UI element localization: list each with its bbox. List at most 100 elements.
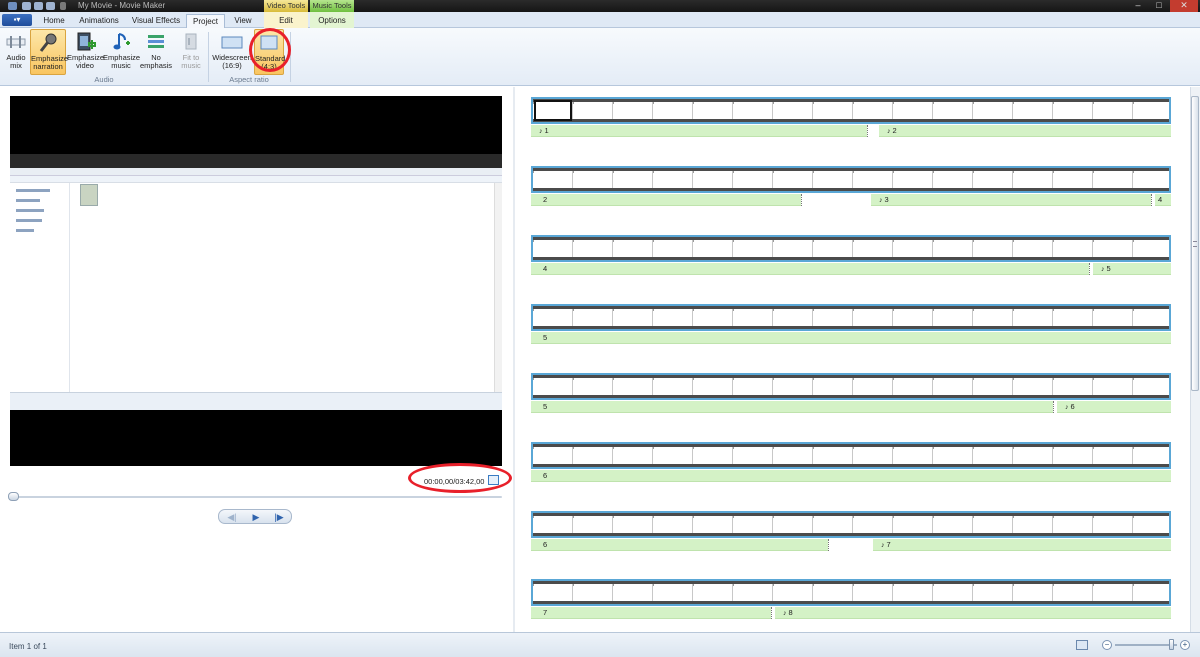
audio-group-label: Audio bbox=[94, 75, 114, 84]
storyboard-row: 6 ♪ 7 bbox=[531, 511, 1171, 557]
storyboard-row: 7 ♪ 8 bbox=[531, 579, 1171, 625]
scrollbar-grip bbox=[1193, 241, 1197, 247]
caption-divider bbox=[1053, 401, 1054, 413]
video-clip-track[interactable] bbox=[531, 373, 1171, 400]
video-caption[interactable]: 7 bbox=[531, 607, 771, 619]
music-note-icon: ♪ bbox=[1101, 266, 1105, 273]
play-button[interactable]: ▶ bbox=[246, 511, 266, 523]
status-bar: Item 1 of 1 − + bbox=[0, 632, 1200, 657]
storyboard-row: 2 ♪ 3 4 bbox=[531, 166, 1171, 212]
tab-options[interactable]: Options bbox=[310, 14, 354, 28]
quick-access-dropdown-icon[interactable] bbox=[60, 2, 66, 10]
fit-to-music-button[interactable]: Fit to music bbox=[176, 29, 206, 75]
zoom-slider-thumb[interactable] bbox=[1169, 639, 1174, 650]
video-emphasis-icon bbox=[77, 32, 96, 51]
next-frame-button[interactable]: |▶ bbox=[269, 511, 289, 523]
video-clip-track[interactable] bbox=[531, 304, 1171, 331]
maximize-button[interactable]: □ bbox=[1149, 0, 1169, 12]
zoom-out-button[interactable]: − bbox=[1102, 640, 1112, 650]
storyboard-row: 6 bbox=[531, 442, 1171, 488]
annotation-circle-standard bbox=[249, 28, 291, 72]
preview-frame-toolbar bbox=[10, 176, 502, 183]
video-caption[interactable]: 4 bbox=[531, 263, 1089, 275]
video-clip-track[interactable] bbox=[531, 166, 1171, 193]
group-separator bbox=[290, 32, 291, 82]
fit-to-music-icon bbox=[185, 33, 197, 50]
undo-icon[interactable] bbox=[34, 2, 43, 10]
video-clip-track[interactable] bbox=[531, 97, 1171, 124]
music-note-icon: ♪ bbox=[881, 542, 885, 549]
window-title: My Movie - Movie Maker bbox=[78, 1, 166, 10]
music-caption[interactable]: ♪ 8 bbox=[775, 607, 1171, 619]
caption-divider bbox=[1151, 194, 1152, 206]
preview-frame bbox=[10, 154, 502, 410]
storyboard: ♪ 1 ♪ 2 2 ♪ 3 4 4 ♪ 5 5 5 ♪ 6 6 6 ♪ 7 7 … bbox=[515, 87, 1190, 632]
previous-frame-button[interactable]: ◀| bbox=[222, 511, 242, 523]
tab-animations[interactable]: Animations bbox=[72, 14, 126, 28]
video-caption[interactable]: 2 bbox=[531, 194, 801, 206]
tab-visual-effects[interactable]: Visual Effects bbox=[126, 14, 186, 28]
audio-mix-button[interactable]: Audio mix bbox=[2, 29, 30, 75]
video-caption[interactable]: 5 bbox=[531, 332, 1171, 344]
minimize-button[interactable]: – bbox=[1128, 0, 1148, 12]
nav-line bbox=[16, 229, 34, 232]
caption-divider bbox=[771, 607, 772, 619]
emphasize-music-button[interactable]: Emphasize music bbox=[103, 29, 140, 75]
video-caption[interactable]: 6 bbox=[531, 470, 1171, 482]
seek-bar[interactable] bbox=[10, 496, 502, 498]
aspect-ratio-group-label: Aspect ratio bbox=[229, 75, 269, 84]
music-tools-header: Music Tools bbox=[310, 0, 354, 12]
zoom-in-button[interactable]: + bbox=[1180, 640, 1190, 650]
music-note-icon: ♪ bbox=[539, 128, 543, 135]
preview-frame-titlebar bbox=[10, 154, 502, 168]
music-caption[interactable]: ♪ 2 bbox=[879, 125, 1171, 137]
playback-controls: ◀| ▶ |▶ bbox=[218, 509, 292, 524]
tab-home[interactable]: Home bbox=[36, 14, 72, 28]
caption-divider bbox=[1089, 263, 1090, 275]
music-note-icon: ♪ bbox=[879, 197, 883, 204]
emphasize-video-button[interactable]: Emphasize video bbox=[67, 29, 104, 75]
app-menu-button[interactable]: ▪▾ bbox=[2, 14, 32, 26]
preview-file-thumbnail bbox=[80, 184, 98, 206]
music-caption[interactable]: ♪ 7 bbox=[873, 539, 1171, 551]
video-caption[interactable]: 4 bbox=[1155, 194, 1171, 206]
title-bar: My Movie - Movie Maker Video Tools Music… bbox=[0, 0, 1200, 12]
widescreen-button[interactable]: Widescreen (16:9) bbox=[212, 29, 252, 75]
no-emphasis-icon bbox=[148, 35, 164, 48]
storyboard-row: 5 bbox=[531, 304, 1171, 350]
nav-line bbox=[16, 209, 44, 212]
save-icon[interactable] bbox=[22, 2, 31, 10]
storyboard-row: 4 ♪ 5 bbox=[531, 235, 1171, 281]
music-caption[interactable]: ♪ 6 bbox=[1057, 401, 1171, 413]
widescreen-icon bbox=[221, 36, 243, 49]
tab-view[interactable]: View bbox=[226, 14, 260, 28]
no-emphasis-button[interactable]: No emphasis bbox=[139, 29, 173, 75]
annotation-circle-timecode bbox=[408, 463, 512, 493]
playhead-marker bbox=[534, 100, 572, 121]
tab-edit[interactable]: Edit bbox=[264, 14, 308, 28]
music-caption[interactable]: ♪ 5 bbox=[1093, 263, 1171, 275]
video-clip-track[interactable] bbox=[531, 442, 1171, 469]
redo-icon[interactable] bbox=[46, 2, 55, 10]
music-caption[interactable]: ♪ 3 bbox=[871, 194, 1151, 206]
video-clip-track[interactable] bbox=[531, 579, 1171, 606]
group-separator bbox=[208, 32, 209, 82]
thumbnail-size-icon[interactable] bbox=[1076, 640, 1088, 650]
tab-project[interactable]: Project bbox=[186, 14, 225, 28]
ribbon: Audio mix Emphasize narration Emphasize … bbox=[0, 28, 1200, 86]
video-caption[interactable]: 6 bbox=[531, 539, 828, 551]
music-note-icon bbox=[113, 33, 130, 50]
seek-slider-thumb[interactable] bbox=[8, 492, 19, 501]
video-preview[interactable] bbox=[10, 96, 502, 466]
zoom-slider[interactable] bbox=[1115, 644, 1177, 646]
movie-maker-logo-icon bbox=[8, 2, 17, 10]
music-caption[interactable]: ♪ 1 bbox=[531, 125, 867, 137]
emphasize-narration-button[interactable]: Emphasize narration bbox=[30, 29, 68, 75]
music-note-icon: ♪ bbox=[783, 610, 787, 617]
video-caption[interactable]: 5 bbox=[531, 401, 1053, 413]
preview-frame-scrollbar bbox=[494, 183, 502, 392]
video-clip-track[interactable] bbox=[531, 235, 1171, 262]
close-button[interactable]: ✕ bbox=[1170, 0, 1198, 12]
video-clip-track[interactable] bbox=[531, 511, 1171, 538]
video-tools-header: Video Tools bbox=[264, 0, 308, 12]
